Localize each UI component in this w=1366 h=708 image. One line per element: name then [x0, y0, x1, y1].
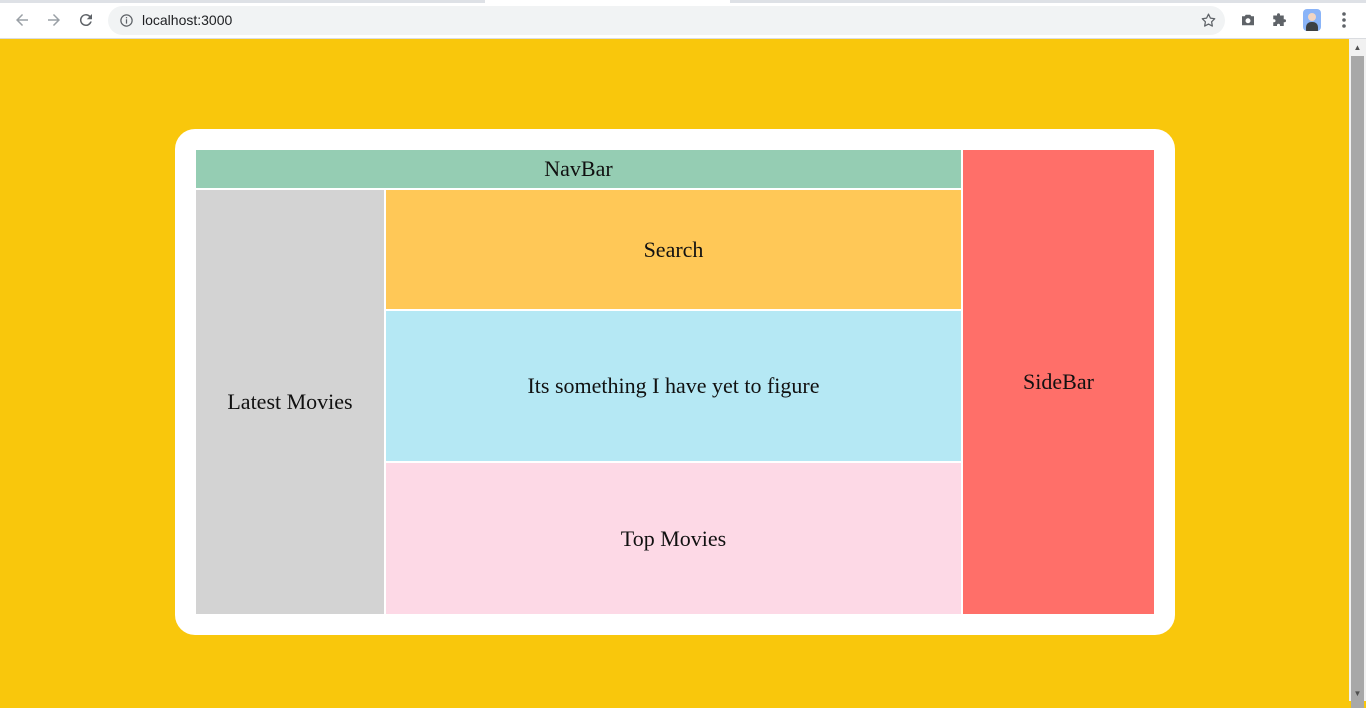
arrow-right-icon — [48, 14, 60, 26]
arrow-left-icon — [16, 14, 28, 26]
reload-button[interactable] — [74, 8, 98, 32]
kebab-menu-icon[interactable] — [1336, 11, 1352, 29]
info-icon[interactable] — [119, 13, 134, 28]
back-button[interactable] — [10, 8, 34, 32]
url-text[interactable]: localhost:3000 — [142, 13, 232, 28]
vertical-scrollbar[interactable]: ▲ ▼ — [1349, 39, 1366, 708]
scroll-down-arrow-icon[interactable]: ▼ — [1349, 685, 1366, 701]
layout-card: NavBar SideBar Latest Movies Search Its … — [175, 129, 1175, 635]
scroll-thumb[interactable] — [1351, 56, 1364, 708]
latest-movies-section: Latest Movies — [195, 189, 385, 615]
figure-section: Its something I have yet to figure — [385, 310, 962, 462]
camera-icon[interactable] — [1239, 11, 1257, 29]
puzzle-icon[interactable] — [1271, 11, 1289, 29]
navbar-section: NavBar — [195, 149, 962, 189]
browser-toolbar: localhost:3000 — [0, 3, 1366, 39]
address-bar[interactable]: localhost:3000 — [108, 6, 1225, 35]
scroll-up-arrow-icon[interactable]: ▲ — [1349, 39, 1366, 55]
top-movies-section: Top Movies — [385, 462, 962, 615]
sidebar-section: SideBar — [962, 149, 1155, 615]
star-icon[interactable] — [1200, 12, 1217, 29]
search-section: Search — [385, 189, 962, 310]
forward-button[interactable] — [42, 8, 66, 32]
reload-icon — [79, 14, 92, 27]
layout-grid: NavBar SideBar Latest Movies Search Its … — [195, 149, 1155, 615]
profile-avatar[interactable] — [1303, 9, 1321, 31]
